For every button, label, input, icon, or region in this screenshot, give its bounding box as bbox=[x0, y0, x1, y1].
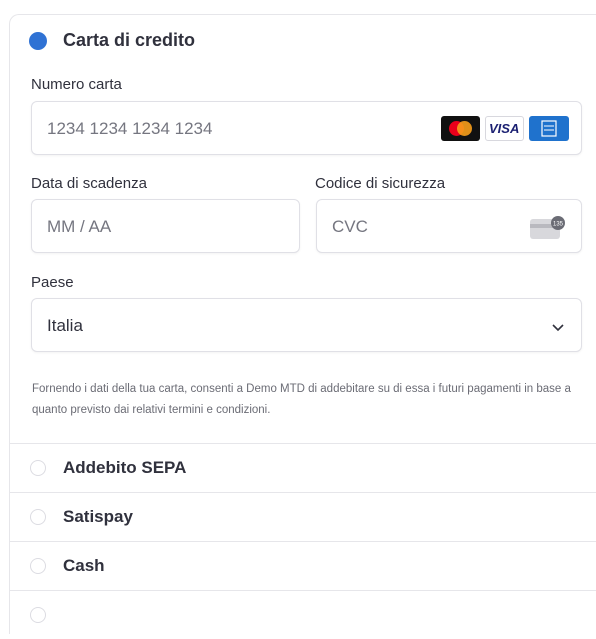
payment-method-credit-card[interactable]: Carta di credito bbox=[10, 15, 596, 67]
svg-text:135: 135 bbox=[553, 222, 564, 228]
country-select[interactable]: Italia bbox=[31, 298, 582, 352]
card-number-input[interactable]: 1234 1234 1234 1234 VISA bbox=[31, 101, 582, 155]
payment-method-label: Satispay bbox=[63, 507, 133, 526]
radio-unselected-icon[interactable] bbox=[30, 509, 46, 525]
amex-icon bbox=[529, 116, 569, 141]
payment-method-satispay[interactable]: Satispay bbox=[10, 492, 596, 541]
payment-method-cash[interactable]: Cash bbox=[10, 541, 596, 590]
card-disclaimer-text: Fornendo i dati della tua carta, consent… bbox=[32, 383, 571, 416]
card-number-placeholder: 1234 1234 1234 1234 bbox=[47, 119, 213, 138]
payment-method-label: Carta di credito bbox=[63, 30, 196, 50]
expiry-input[interactable]: MM / AA bbox=[31, 199, 300, 253]
radio-unselected-icon[interactable] bbox=[30, 558, 46, 574]
visa-icon: VISA bbox=[485, 116, 524, 141]
cvc-card-icon: 135 bbox=[529, 214, 567, 245]
cvc-label: Codice di sicurezza bbox=[315, 175, 446, 192]
cvc-placeholder: CVC bbox=[332, 217, 368, 236]
country-value: Italia bbox=[47, 316, 83, 335]
chevron-down-icon bbox=[551, 320, 565, 338]
payment-method-label: Addebito SEPA bbox=[63, 458, 187, 477]
cvc-input[interactable]: CVC 135 bbox=[316, 199, 582, 253]
visa-label: VISA bbox=[489, 121, 520, 136]
expiry-label: Data di scadenza bbox=[31, 175, 147, 192]
country-label: Paese bbox=[31, 274, 74, 291]
radio-unselected-icon[interactable] bbox=[30, 607, 46, 623]
payment-method-sepa[interactable]: Addebito SEPA bbox=[10, 443, 596, 492]
payment-method-label: Cash bbox=[63, 556, 105, 575]
mastercard-icon bbox=[441, 116, 480, 141]
expiry-placeholder: MM / AA bbox=[47, 217, 112, 236]
radio-unselected-icon[interactable] bbox=[30, 460, 46, 476]
card-number-label: Numero carta bbox=[31, 76, 122, 93]
payment-methods-panel: Carta di credito Numero carta 1234 1234 … bbox=[9, 14, 596, 634]
payment-method-partial[interactable] bbox=[10, 590, 596, 639]
radio-selected-icon[interactable] bbox=[29, 32, 47, 50]
